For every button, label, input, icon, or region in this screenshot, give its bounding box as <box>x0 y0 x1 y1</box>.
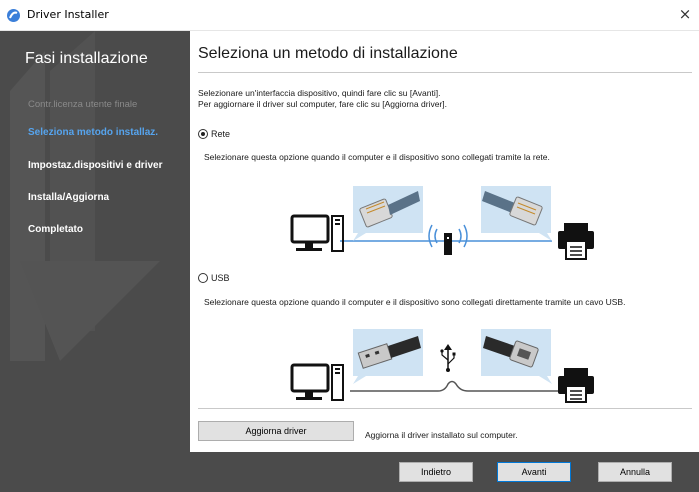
update-driver-button[interactable]: Aggiorna driver <box>198 421 354 441</box>
usb-a-icon <box>353 329 423 384</box>
radio-network-label: Rete <box>211 129 231 139</box>
cancel-button[interactable]: Annulla <box>598 462 672 482</box>
back-button[interactable]: Indietro <box>399 462 473 482</box>
network-description: Selezionare questa opzione quando il com… <box>204 152 550 162</box>
main-panel: Seleziona un metodo di installazione Sel… <box>190 31 699 452</box>
title-bar: Driver Installer × <box>0 0 699 31</box>
step-select-method: Seleziona metodo installaz. <box>28 127 159 138</box>
sidebar-title: Fasi installazione <box>25 50 148 67</box>
next-button[interactable]: Avanti <box>497 462 571 482</box>
radio-network-option[interactable]: Rete <box>198 129 230 139</box>
step-install-update: Installa/Aggiorna <box>28 192 110 203</box>
step-device-driver-settings: Impostaz.dispositivi e driver <box>28 160 163 171</box>
close-icon[interactable]: × <box>675 4 695 24</box>
driver-installer-icon <box>7 9 20 22</box>
radio-usb-option[interactable]: USB <box>198 273 230 283</box>
sidebar-decoration <box>10 31 160 361</box>
radio-usb[interactable] <box>198 273 208 283</box>
usb-b-icon <box>481 329 552 384</box>
step-completed: Completato <box>28 224 83 235</box>
instruction-line-2: Per aggiornare il driver sul computer, f… <box>198 99 447 109</box>
usb-symbol-icon <box>440 344 456 372</box>
page-title: Seleziona un metodo di installazione <box>198 45 458 62</box>
desktop-computer-icon <box>290 363 344 401</box>
sidebar: Fasi installazione Contr.licenza utente … <box>0 31 190 452</box>
rj45-printer-icon <box>481 186 552 241</box>
printer-icon <box>558 368 594 403</box>
footer-bar: Indietro Avanti Annulla <box>0 452 699 492</box>
window-title: Driver Installer <box>27 8 109 21</box>
printer-icon <box>558 223 594 260</box>
rj45-icon <box>353 186 423 241</box>
usb-description: Selezionare questa opzione quando il com… <box>204 297 626 307</box>
desktop-computer-icon <box>290 214 344 252</box>
radio-network[interactable] <box>198 129 208 139</box>
instruction-line-1: Selezionare un'interfaccia dispositivo, … <box>198 88 441 98</box>
bottom-divider <box>198 408 692 409</box>
step-eula: Contr.licenza utente finale <box>28 99 138 110</box>
heading-divider <box>198 72 692 73</box>
instructions: Selezionare un'interfaccia dispositivo, … <box>198 88 447 110</box>
usb-illustration <box>290 329 594 403</box>
update-driver-note: Aggiorna il driver installato sul comput… <box>365 430 518 440</box>
radio-usb-label: USB <box>211 273 230 283</box>
network-illustration <box>290 186 594 260</box>
wireless-router-icon <box>428 224 468 255</box>
